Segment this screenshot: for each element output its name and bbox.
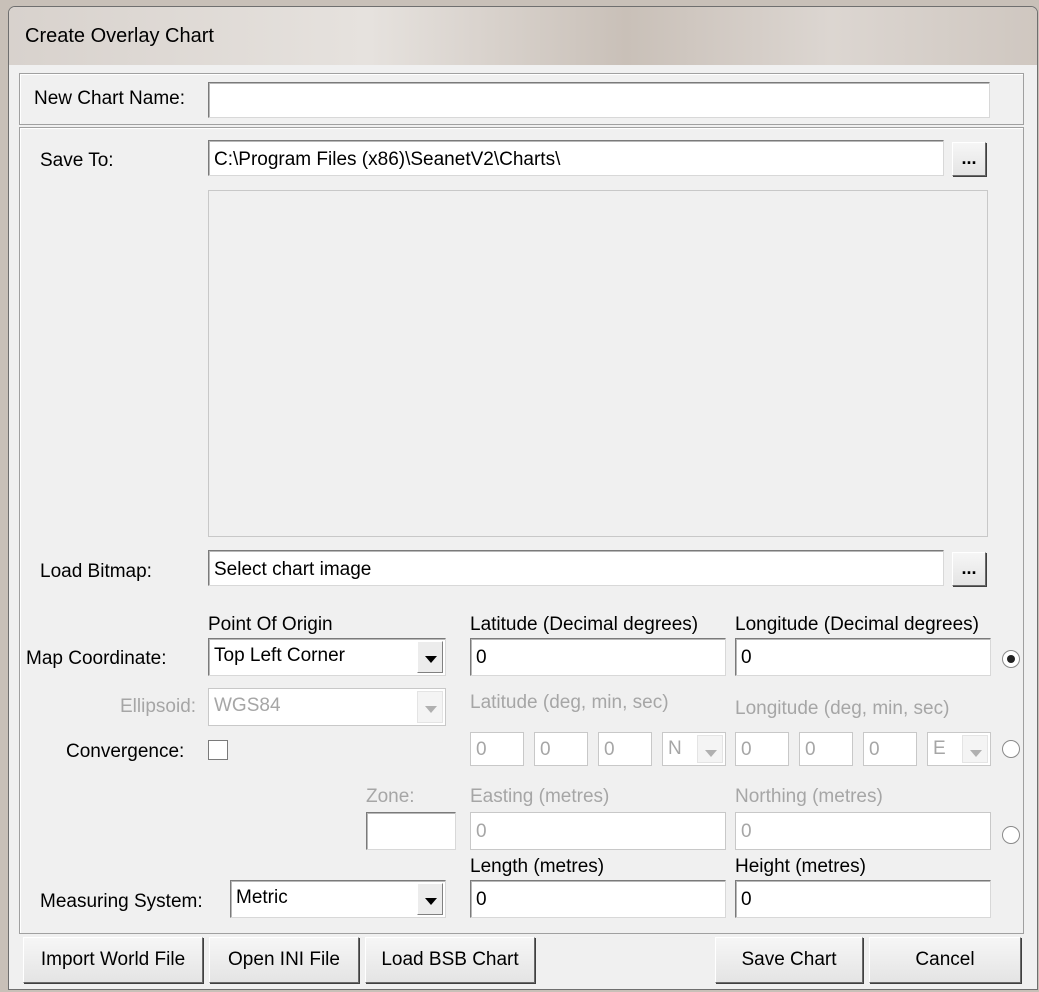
latitude-degrees-input[interactable]: 0: [470, 732, 524, 766]
measuring-system-label: Measuring System:: [40, 891, 203, 912]
latitude-decimal-input[interactable]: 0: [470, 638, 726, 676]
title-bar[interactable]: Create Overlay Chart: [9, 7, 1037, 65]
zone-label: Zone:: [366, 786, 415, 807]
height-header: Height (metres): [735, 856, 866, 877]
decimal-degrees-radio[interactable]: [1002, 650, 1020, 668]
main-panel: Save To: C:\Program Files (x86)\SeanetV2…: [19, 127, 1024, 934]
chart-image-preview: [208, 190, 988, 537]
height-input[interactable]: 0: [735, 880, 991, 918]
point-of-origin-value: Top Left Corner: [214, 645, 345, 666]
map-coordinate-label: Map Coordinate:: [26, 648, 167, 669]
load-bitmap-browse-button[interactable]: ...: [952, 552, 986, 586]
longitude-decimal-input[interactable]: 0: [735, 638, 991, 676]
save-to-browse-button[interactable]: ...: [952, 142, 986, 176]
latitude-minutes-input[interactable]: 0: [534, 732, 588, 766]
point-of-origin-select[interactable]: Top Left Corner: [208, 638, 446, 676]
easting-header: Easting (metres): [470, 786, 610, 807]
latitude-hemisphere-value: N: [668, 738, 682, 759]
load-bsb-chart-button[interactable]: Load BSB Chart: [365, 937, 535, 983]
save-to-input[interactable]: C:\Program Files (x86)\SeanetV2\Charts\: [208, 140, 944, 176]
ellipsoid-select[interactable]: WGS84: [208, 688, 446, 726]
open-ini-file-button[interactable]: Open INI File: [209, 937, 359, 983]
load-bitmap-input[interactable]: Select chart image: [208, 550, 944, 586]
longitude-dms-header: Longitude (deg, min, sec): [735, 698, 950, 719]
latitude-decimal-header: Latitude (Decimal degrees): [470, 614, 699, 635]
import-world-file-button[interactable]: Import World File: [23, 937, 203, 983]
longitude-hemisphere-value: E: [933, 738, 946, 759]
chevron-down-icon[interactable]: [697, 735, 723, 763]
longitude-hemisphere-select[interactable]: E: [927, 732, 991, 766]
longitude-decimal-header: Longitude (Decimal degrees): [735, 614, 979, 635]
create-overlay-chart-dialog: Create Overlay Chart New Chart Name: Sav…: [8, 6, 1038, 990]
latitude-dms-header: Latitude (deg, min, sec): [470, 692, 669, 713]
utm-radio[interactable]: [1002, 826, 1020, 844]
window-title: Create Overlay Chart: [25, 25, 214, 47]
longitude-degrees-input[interactable]: 0: [735, 732, 789, 766]
chevron-down-icon[interactable]: [417, 883, 443, 915]
latitude-seconds-input[interactable]: 0: [598, 732, 652, 766]
northing-header: Northing (metres): [735, 786, 883, 807]
ellipsoid-label: Ellipsoid:: [120, 696, 197, 717]
convergence-label: Convergence:: [66, 741, 185, 762]
cancel-button[interactable]: Cancel: [869, 937, 1021, 983]
chart-name-input[interactable]: [208, 82, 990, 118]
chevron-down-icon[interactable]: [962, 735, 988, 763]
chevron-down-icon[interactable]: [417, 641, 443, 673]
save-chart-button[interactable]: Save Chart: [715, 937, 863, 983]
chart-name-panel: New Chart Name:: [19, 73, 1024, 125]
length-input[interactable]: 0: [470, 880, 726, 918]
ellipsoid-value: WGS84: [214, 695, 281, 716]
northing-input[interactable]: 0: [735, 812, 991, 850]
save-to-label: Save To:: [40, 150, 114, 171]
chart-name-label: New Chart Name:: [34, 88, 185, 109]
easting-input[interactable]: 0: [470, 812, 726, 850]
latitude-hemisphere-select[interactable]: N: [662, 732, 726, 766]
length-header: Length (metres): [470, 856, 605, 877]
chevron-down-icon[interactable]: [417, 691, 443, 723]
load-bitmap-label: Load Bitmap:: [40, 561, 152, 582]
dms-radio[interactable]: [1002, 740, 1020, 758]
convergence-checkbox[interactable]: [208, 740, 228, 760]
longitude-minutes-input[interactable]: 0: [799, 732, 853, 766]
measuring-system-value: Metric: [236, 887, 288, 908]
zone-input[interactable]: [366, 812, 456, 850]
measuring-system-select[interactable]: Metric: [230, 880, 446, 918]
point-of-origin-header: Point Of Origin: [208, 614, 333, 635]
longitude-seconds-input[interactable]: 0: [863, 732, 917, 766]
